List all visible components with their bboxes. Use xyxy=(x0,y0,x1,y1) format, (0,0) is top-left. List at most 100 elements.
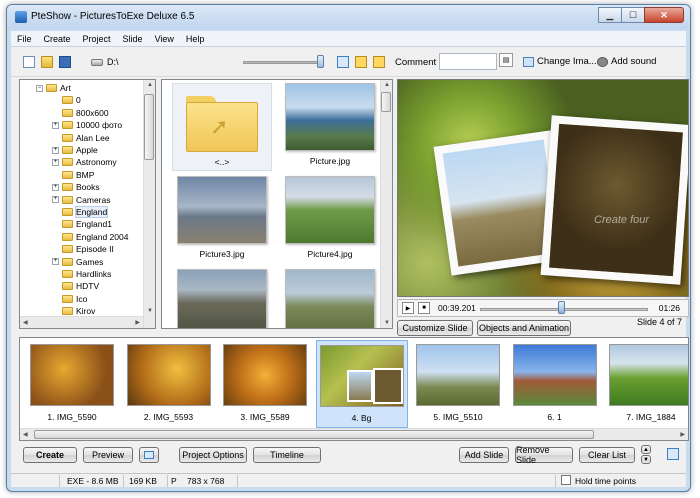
project-icon xyxy=(144,451,154,459)
menu-bar: File Create Project Slide View Help xyxy=(11,31,686,47)
slide-label: 2. IMG_5593 xyxy=(143,412,194,422)
slides-hscroll-thumb[interactable] xyxy=(34,430,594,439)
slide-item[interactable]: 4. Bg xyxy=(315,340,408,428)
tree-item[interactable]: − Art xyxy=(36,82,71,94)
select-all-icon[interactable] xyxy=(337,56,349,68)
folder-icon xyxy=(62,183,73,192)
new-folder-icon[interactable] xyxy=(373,56,385,68)
maximize-button[interactable]: ☐ xyxy=(621,7,645,23)
tree-item[interactable]: England 2004 xyxy=(52,231,128,243)
new-project-icon[interactable] xyxy=(23,56,35,68)
slide-item[interactable]: 1. IMG_5590 xyxy=(26,340,118,428)
status-format: EXE - 8.6 MB xyxy=(67,476,119,486)
slide-thumbnail xyxy=(319,345,404,407)
tree-item-label: 10000 фото xyxy=(76,120,123,131)
close-button[interactable]: ✕ xyxy=(644,7,684,23)
menu-slide[interactable]: Slide xyxy=(117,34,149,44)
tree-item[interactable]: Hardlinks xyxy=(52,268,111,280)
add-slide-button[interactable]: Add Slide xyxy=(459,447,509,463)
tree-vscroll-thumb[interactable] xyxy=(144,94,154,160)
tree-item[interactable]: + Astronomy xyxy=(52,156,117,168)
slide-item[interactable]: 2. IMG_5593 xyxy=(123,340,215,428)
tree-item[interactable]: HDTV xyxy=(52,280,99,292)
move-up-button[interactable]: ▲ xyxy=(641,445,651,454)
tree-vscrollbar[interactable]: ▲ ▼ xyxy=(143,80,155,328)
tree-item[interactable]: + Games xyxy=(52,256,103,268)
file-item[interactable] xyxy=(172,269,272,328)
save-project-icon[interactable] xyxy=(59,56,71,68)
drive-icon xyxy=(91,59,103,66)
slide-item[interactable]: 5. IMG_5510 xyxy=(412,340,504,428)
tree-expander-icon[interactable]: + xyxy=(52,146,59,154)
tree-item[interactable]: Episode II xyxy=(52,243,114,255)
tree-item[interactable]: Alan Lee xyxy=(52,132,110,144)
toolbar: D:\ Comment ▤ Change Ima... Add sound xyxy=(11,47,686,77)
file-browser[interactable]: ➚ <..> Picture.jpg Picture3.jpg Picture4.jpg… xyxy=(161,79,393,329)
files-vscrollbar[interactable]: ▲ ▼ xyxy=(380,80,392,328)
tree-expander-icon[interactable]: + xyxy=(52,196,59,204)
tree-item[interactable]: + Cameras xyxy=(52,194,110,206)
file-item[interactable]: Picture4.jpg xyxy=(280,176,380,259)
slides-hscrollbar[interactable]: ◀ ▶ xyxy=(20,428,688,440)
move-down-button[interactable]: ▼ xyxy=(641,455,651,464)
thumbnail-size-thumb[interactable] xyxy=(317,55,324,68)
slide-item[interactable]: 7. IMG_1884 xyxy=(605,340,688,428)
hold-time-checkbox[interactable] xyxy=(561,475,571,485)
tree-expander-icon[interactable]: + xyxy=(52,158,59,166)
playback-thumb[interactable] xyxy=(557,301,565,314)
objects-animation-button[interactable]: Objects and Animation xyxy=(477,320,571,336)
tree-item[interactable]: 0 xyxy=(52,94,81,106)
project-options-button[interactable]: Project Options xyxy=(179,447,247,463)
tree-item[interactable]: England1 xyxy=(52,218,112,230)
tree-item[interactable]: Ico xyxy=(52,293,87,305)
tree-item[interactable]: + Apple xyxy=(52,144,98,156)
file-item[interactable] xyxy=(280,269,380,328)
slide-item[interactable]: 6. 1 xyxy=(509,340,601,428)
tree-item[interactable]: +10000 фото xyxy=(52,119,122,131)
menu-create[interactable]: Create xyxy=(38,34,77,44)
tree-item[interactable]: + Books xyxy=(52,181,100,193)
menu-view[interactable]: View xyxy=(149,34,180,44)
menu-help[interactable]: Help xyxy=(180,34,211,44)
tree-expander-icon[interactable]: + xyxy=(52,183,59,191)
timeline-button[interactable]: Timeline xyxy=(253,447,321,463)
thumbnail-size-slider[interactable] xyxy=(243,61,319,64)
tree-expander-icon[interactable]: − xyxy=(36,84,43,92)
menu-project[interactable]: Project xyxy=(77,34,117,44)
remove-slide-button[interactable]: Remove Slide xyxy=(515,445,573,465)
slide-thumbnail xyxy=(512,344,597,406)
tree-item[interactable]: BMP xyxy=(52,169,94,181)
open-project-icon[interactable] xyxy=(41,56,53,68)
files-vscroll-thumb[interactable] xyxy=(381,92,391,112)
comment-input[interactable] xyxy=(439,53,497,70)
tree-expander-icon[interactable]: + xyxy=(52,121,59,129)
tree-item[interactable]: 800x600 xyxy=(52,107,109,119)
file-item[interactable]: Picture.jpg xyxy=(280,83,380,166)
settings-icon[interactable] xyxy=(667,448,679,460)
stop-icon[interactable]: ■ xyxy=(418,302,430,314)
file-item[interactable]: Picture3.jpg xyxy=(172,176,272,259)
slide-thumbnail xyxy=(126,344,211,406)
clear-list-button[interactable]: Clear List xyxy=(579,447,635,463)
folder-up-icon[interactable] xyxy=(355,56,367,68)
preview-button[interactable]: Preview xyxy=(83,447,133,463)
menu-file[interactable]: File xyxy=(11,34,38,44)
comment-edit-button[interactable]: ▤ xyxy=(499,53,513,67)
tree-item[interactable]: England xyxy=(52,206,109,218)
slide-list[interactable]: 1. IMG_5590 2. IMG_5593 3. IMG_5589 4. Bg 5.… xyxy=(19,337,689,441)
tree-hscrollbar[interactable]: ◀ ▶ xyxy=(20,316,143,328)
slide-item[interactable]: 3. IMG_5589 xyxy=(219,340,311,428)
play-icon[interactable]: ▶ xyxy=(402,302,414,314)
create-button[interactable]: Create xyxy=(23,447,77,463)
slide-label: 6. 1 xyxy=(547,412,562,422)
tree-item-label: HDTV xyxy=(76,281,100,292)
tree-expander-icon[interactable]: + xyxy=(52,258,59,266)
add-sound-button[interactable]: Add sound xyxy=(597,56,656,67)
customize-slide-button[interactable]: Customize Slide xyxy=(397,320,473,336)
minimize-button[interactable]: ▁ xyxy=(598,7,622,23)
parent-folder-item[interactable]: ➚ <..> xyxy=(172,83,272,171)
comment-label: Comment xyxy=(395,57,437,68)
change-image-button[interactable]: Change Ima... xyxy=(523,56,597,67)
project-icon-button[interactable] xyxy=(139,447,159,463)
folder-tree[interactable]: − Art 0 800x600 +10000 фото Alan Lee + Apple + As… xyxy=(19,79,156,329)
